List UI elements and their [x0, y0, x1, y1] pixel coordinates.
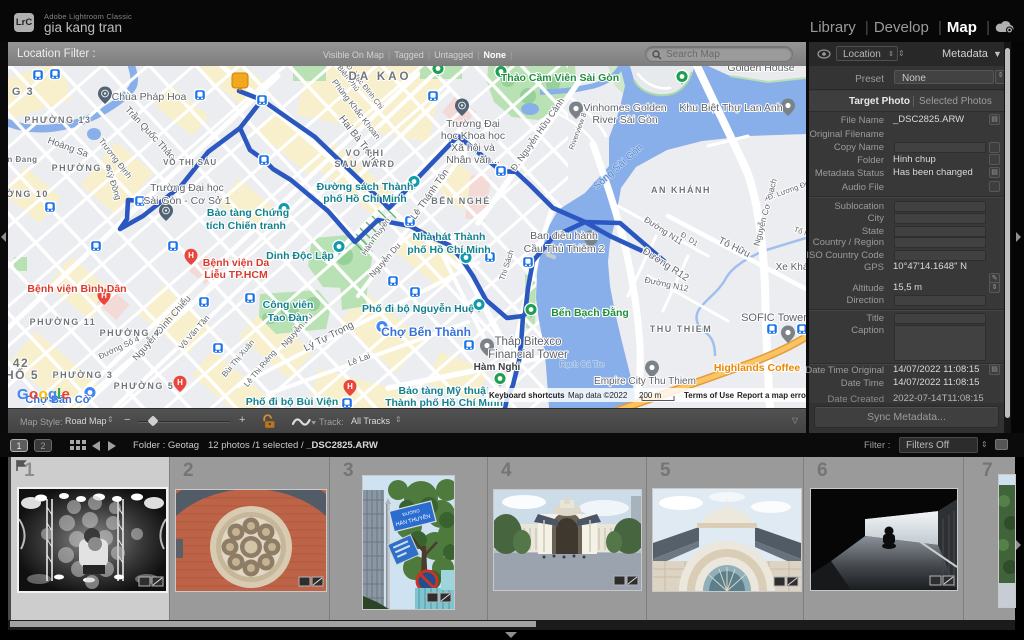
svg-text:Sài Gòn - Cơ Sở 1: Sài Gòn - Cơ Sở 1	[143, 195, 230, 207]
svg-text:Trường Đại học: Trường Đại học	[150, 182, 224, 194]
svg-text:SAU WARD: SAU WARD	[335, 159, 396, 169]
svg-text:PHƯỜNG 13: PHƯỜNG 13	[24, 114, 91, 125]
svg-text:BẾN NGHÉ: BẾN NGHÉ	[431, 196, 491, 206]
svg-text:Phố đi bộ Nguyễn Huệ: Phố đi bộ Nguyễn Huệ	[362, 302, 474, 315]
svg-text:Cầu Thủ Thiêm 2: Cầu Thủ Thiêm 2	[524, 243, 605, 255]
svg-text:phố Hồ Chí Minh: phố Hồ Chí Minh	[323, 193, 406, 205]
svg-text:Chùa Pháp Hoa: Chùa Pháp Hoa	[112, 91, 187, 103]
svg-text:Vinhomes Golden: Vinhomes Golden	[583, 102, 666, 114]
svg-text:Bảo tàng Chứng: Bảo tàng Chứng	[207, 207, 289, 219]
svg-text:Bệnh viện Da: Bệnh viện Da	[203, 257, 270, 269]
svg-text:Bệnh viện Bình Dân: Bệnh viện Bình Dân	[27, 283, 126, 295]
svg-text:Trường Đại: Trường Đại	[446, 118, 500, 130]
svg-text:Map data ©2022: Map data ©2022	[568, 391, 628, 400]
svg-text:SOFIC Tower: SOFIC Tower	[741, 312, 806, 324]
svg-text:Tháp Bitexco: Tháp Bitexco	[494, 336, 561, 348]
svg-text:PHƯỜNG 3: PHƯỜNG 3	[53, 369, 114, 380]
svg-text:ần Đang: ần Đang	[8, 155, 38, 164]
svg-text:o: o	[39, 386, 48, 403]
svg-text:River Sài Gòn: River Sài Gòn	[592, 114, 658, 126]
svg-text:HỐ 5: HỐ 5	[8, 367, 39, 382]
svg-text:Tao Đàn: Tao Đàn	[268, 312, 309, 324]
svg-text:PHƯỜNG 11: PHƯỜNG 11	[30, 316, 97, 327]
svg-text:Nhà hát Thành: Nhà hát Thành	[413, 231, 486, 243]
svg-text:Liễu TP.HCM: Liễu TP.HCM	[204, 268, 268, 281]
svg-text:PHƯỜNG 4: PHƯỜNG 4	[100, 327, 161, 338]
svg-text:Bến Bạch Đằng: Bến Bạch Đằng	[551, 306, 629, 319]
svg-text:THU THIEM: THU THIEM	[650, 324, 713, 334]
svg-text:Bảo tàng Mỹ thuật: Bảo tàng Mỹ thuật	[399, 385, 491, 397]
svg-text:Xã hội và: Xã hội và	[451, 142, 495, 154]
svg-text:Nhân văn...: Nhân văn...	[446, 154, 500, 166]
svg-text:Công viên: Công viên	[263, 299, 314, 311]
svg-text:ƯỜNG 10: ƯỜNG 10	[8, 188, 49, 199]
svg-text:tích Chiến tranh: tích Chiến tranh	[206, 220, 286, 232]
svg-text:Thảo Cầm Viên Sài Gòn: Thảo Cầm Viên Sài Gòn	[501, 72, 619, 84]
svg-text:Golden House: Golden House	[727, 66, 794, 74]
svg-text:Dinh Độc Lập: Dinh Độc Lập	[266, 250, 334, 262]
svg-text:PHƯỜNG 9: PHƯỜNG 9	[52, 162, 113, 173]
svg-text:PHƯỜNG 5: PHƯỜNG 5	[114, 380, 175, 391]
svg-text:Đường sách Thành: Đường sách Thành	[317, 181, 414, 193]
svg-text:Hàm Nghi: Hàm Nghi	[474, 362, 521, 373]
svg-text:G 3: G 3	[12, 86, 34, 98]
svg-text:G: G	[17, 386, 29, 403]
svg-text:AN KHÁNH: AN KHÁNH	[651, 185, 711, 195]
svg-text:Financial Tower: Financial Tower	[488, 349, 568, 361]
svg-text:e: e	[62, 386, 70, 403]
svg-text:Chợ Bến Thành: Chợ Bến Thành	[381, 325, 471, 339]
svg-text:Highlands Coffee: Highlands Coffee	[714, 362, 800, 374]
svg-text:Ban điều hành: Ban điều hành	[530, 230, 598, 242]
svg-text:Khu Biệt Thự Lan Anh: Khu Biệt Thự Lan Anh	[679, 102, 782, 114]
svg-text:VO THI: VO THI	[345, 148, 384, 158]
svg-text:Empire City Thu Thiem: Empire City Thu Thiem	[594, 376, 696, 387]
svg-text:DA KAO: DA KAO	[349, 71, 412, 83]
svg-text:học Khoa học: học Khoa học	[441, 130, 505, 142]
svg-text:Thành phố Hồ Chí Minh: Thành phố Hồ Chí Minh	[385, 397, 503, 408]
svg-text:phố Hồ Chí Minh: phố Hồ Chí Minh	[407, 244, 490, 256]
svg-text:Xe Khá: Xe Khá	[776, 262, 806, 273]
svg-text:Report a map error: Report a map error	[737, 391, 806, 400]
svg-text:o: o	[29, 386, 38, 403]
svg-text:Rạch Cá Tre: Rạch Cá Tre	[560, 360, 605, 369]
svg-text:Keyboard shortcuts: Keyboard shortcuts	[489, 391, 565, 400]
svg-text:Phố đi bộ Bùi Viện: Phố đi bộ Bùi Viện	[246, 396, 339, 408]
svg-text:g: g	[48, 386, 57, 403]
svg-text:VÕ THỊ SÁU: VÕ THỊ SÁU	[163, 158, 217, 167]
svg-text:Terms of Use: Terms of Use	[684, 391, 735, 400]
